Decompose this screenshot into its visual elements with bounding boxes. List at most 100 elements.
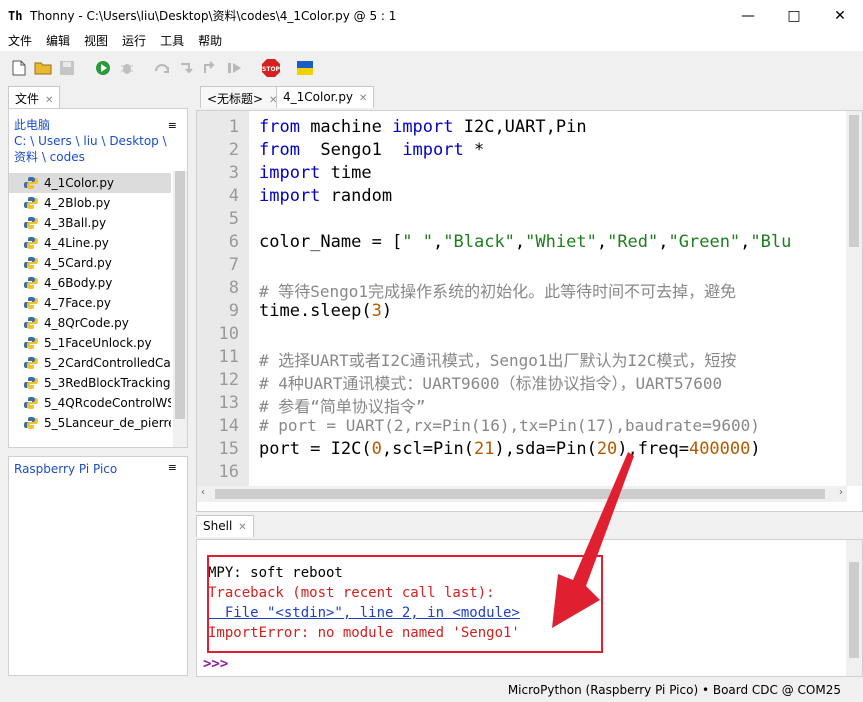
tab-untitled-label: <无标题> [207, 92, 264, 106]
line-number: 7 [228, 255, 239, 275]
editor-horizontal-scrollbar[interactable]: ‹ › [197, 486, 847, 502]
bug-icon [121, 63, 133, 74]
file-item-label: 5_3RedBlockTracking. [44, 376, 171, 390]
file-item-label: 4_8QrCode.py [44, 316, 129, 330]
panel-menu-icon[interactable]: ≡ [168, 461, 177, 474]
save-icon [60, 60, 74, 75]
shell-tabbar: Shell ✕ [196, 515, 863, 539]
resume-button[interactable] [224, 57, 246, 79]
step-over-button[interactable] [152, 57, 174, 79]
tab-files[interactable]: 文件 ✕ [8, 86, 61, 108]
shell-panel[interactable]: MPY: soft reboot Traceback (most recent … [196, 539, 863, 677]
file-item[interactable]: 4_8QrCode.py [9, 313, 171, 333]
step-out-icon [204, 60, 215, 73]
file-item[interactable]: 4_7Face.py [9, 293, 171, 313]
close-icon[interactable]: ✕ [45, 95, 53, 106]
code-line-3: import time [259, 163, 372, 183]
python-file-icon [24, 217, 38, 229]
device-label[interactable]: Raspberry Pi Pico [14, 462, 117, 476]
step-into-button[interactable] [176, 57, 198, 79]
stop-icon: STOP [262, 58, 281, 77]
line-number: 14 [218, 416, 239, 436]
window-title: Thonny - C:\Users\liu\Desktop\资料\codes\4… [30, 9, 397, 23]
code-line-8: # 等待Sengo1完成操作系统的初始化。此等待时间不可去掉，避免 [259, 282, 737, 301]
this-computer-link[interactable]: 此电脑 [14, 116, 50, 133]
line-number-gutter: 1 2 3 4 5 6 7 8 9 10 11 12 13 14 15 16 [197, 111, 249, 486]
file-item[interactable]: 4_2Blob.py [9, 193, 171, 213]
stop-button[interactable]: STOP [260, 57, 282, 79]
close-icon[interactable]: ✕ [359, 93, 367, 104]
file-item[interactable]: 4_3Ball.py [9, 213, 171, 233]
line-number: 15 [218, 439, 239, 459]
file-item[interactable]: 5_1FaceUnlock.py [9, 333, 171, 353]
file-item[interactable]: 5_2CardControlledCar [9, 353, 171, 373]
scroll-left-icon[interactable]: ‹ [201, 487, 205, 498]
code-line-4: import random [259, 186, 393, 206]
debug-button[interactable] [116, 57, 138, 79]
file-item[interactable]: 5_5Lanceur_de_pierre. [9, 413, 171, 433]
device-files-panel: Raspberry Pi Pico ≡ [8, 456, 188, 676]
file-item[interactable]: 4_1Color.py [9, 173, 171, 193]
menu-view[interactable]: 视图 [77, 31, 115, 51]
editor-vertical-scrollbar[interactable] [846, 111, 862, 486]
interpreter-status[interactable]: MicroPython (Raspberry Pi Pico) • Board … [508, 683, 841, 697]
step-out-button[interactable] [200, 57, 222, 79]
python-file-icon [24, 417, 38, 429]
menu-run[interactable]: 运行 [115, 31, 153, 51]
scroll-right-icon[interactable]: › [839, 487, 843, 498]
menu-help[interactable]: 帮助 [191, 31, 229, 51]
files-tabbar: 文件 ✕ [8, 86, 188, 108]
file-item[interactable]: 4_5Card.py [9, 253, 171, 273]
run-button[interactable] [92, 57, 114, 79]
thonny-app-icon: Th [8, 8, 23, 23]
file-item-label: 5_5Lanceur_de_pierre. [44, 416, 171, 430]
line-number: 12 [218, 370, 239, 390]
line-number: 16 [218, 462, 239, 482]
tab-4-1color[interactable]: 4_1Color.py ✕ [276, 86, 375, 108]
file-item[interactable]: 4_6Body.py [9, 273, 171, 293]
line-number: 1 [228, 117, 239, 137]
code-line-12: # 4种UART通讯模式：UART9600（标准协议指令），UART57600 [259, 374, 723, 393]
editor-vscroll-thumb[interactable] [849, 115, 859, 247]
panel-menu-icon[interactable]: ≡ [168, 119, 177, 132]
close-icon[interactable]: ✕ [238, 522, 246, 533]
shell-prompt[interactable]: >>> [203, 656, 228, 672]
file-item[interactable]: 5_3RedBlockTracking. [9, 373, 171, 393]
shell-scroll-thumb[interactable] [849, 562, 859, 658]
open-folder-icon [34, 62, 52, 74]
line-number: 5 [228, 209, 239, 229]
menu-edit[interactable]: 编辑 [39, 31, 77, 51]
files-scrollbar[interactable] [173, 171, 187, 447]
tab-untitled[interactable]: <无标题> ✕ [200, 86, 285, 108]
new-file-button[interactable] [8, 57, 30, 79]
menu-file[interactable]: 文件 [0, 31, 39, 51]
code-line-14: # port = UART(2,rx=Pin(16),tx=Pin(17),ba… [259, 416, 760, 435]
menu-tools[interactable]: 工具 [153, 31, 191, 51]
file-item[interactable]: 5_4QRcodeControlWS [9, 393, 171, 413]
ukraine-support-button[interactable] [294, 57, 316, 79]
open-file-button[interactable] [32, 57, 54, 79]
shell-scrollbar[interactable] [846, 540, 862, 676]
code-line-13: # 参看“简单协议指令” [259, 397, 426, 416]
code-line-6: color_Name = [" ","Black","Whiet","Red",… [259, 232, 792, 252]
step-into-icon [181, 62, 193, 73]
close-button[interactable]: ✕ [817, 0, 863, 31]
save-file-button[interactable] [56, 57, 78, 79]
minimize-button[interactable]: — [725, 0, 771, 31]
python-file-icon [24, 357, 38, 369]
python-file-icon [24, 297, 38, 309]
line-number: 6 [228, 232, 239, 252]
editor-hscroll-thumb[interactable] [215, 489, 825, 499]
maximize-button[interactable]: □ [771, 0, 817, 31]
tab-4-1color-label: 4_1Color.py [283, 90, 354, 104]
python-file-icon [24, 237, 38, 249]
current-path-breadcrumb[interactable]: C: \ Users \ liu \ Desktop \ 资料 \ codes [14, 133, 174, 165]
python-file-icon [24, 337, 38, 349]
file-item-label: 4_6Body.py [44, 276, 113, 290]
error-highlight-box [207, 555, 603, 653]
tab-shell[interactable]: Shell ✕ [196, 515, 254, 537]
code-editor[interactable]: 1 2 3 4 5 6 7 8 9 10 11 12 13 14 15 16 from machine imp… [196, 110, 863, 512]
new-file-icon [12, 60, 26, 75]
files-scroll-thumb[interactable] [175, 171, 185, 419]
file-item[interactable]: 4_4Line.py [9, 233, 171, 253]
